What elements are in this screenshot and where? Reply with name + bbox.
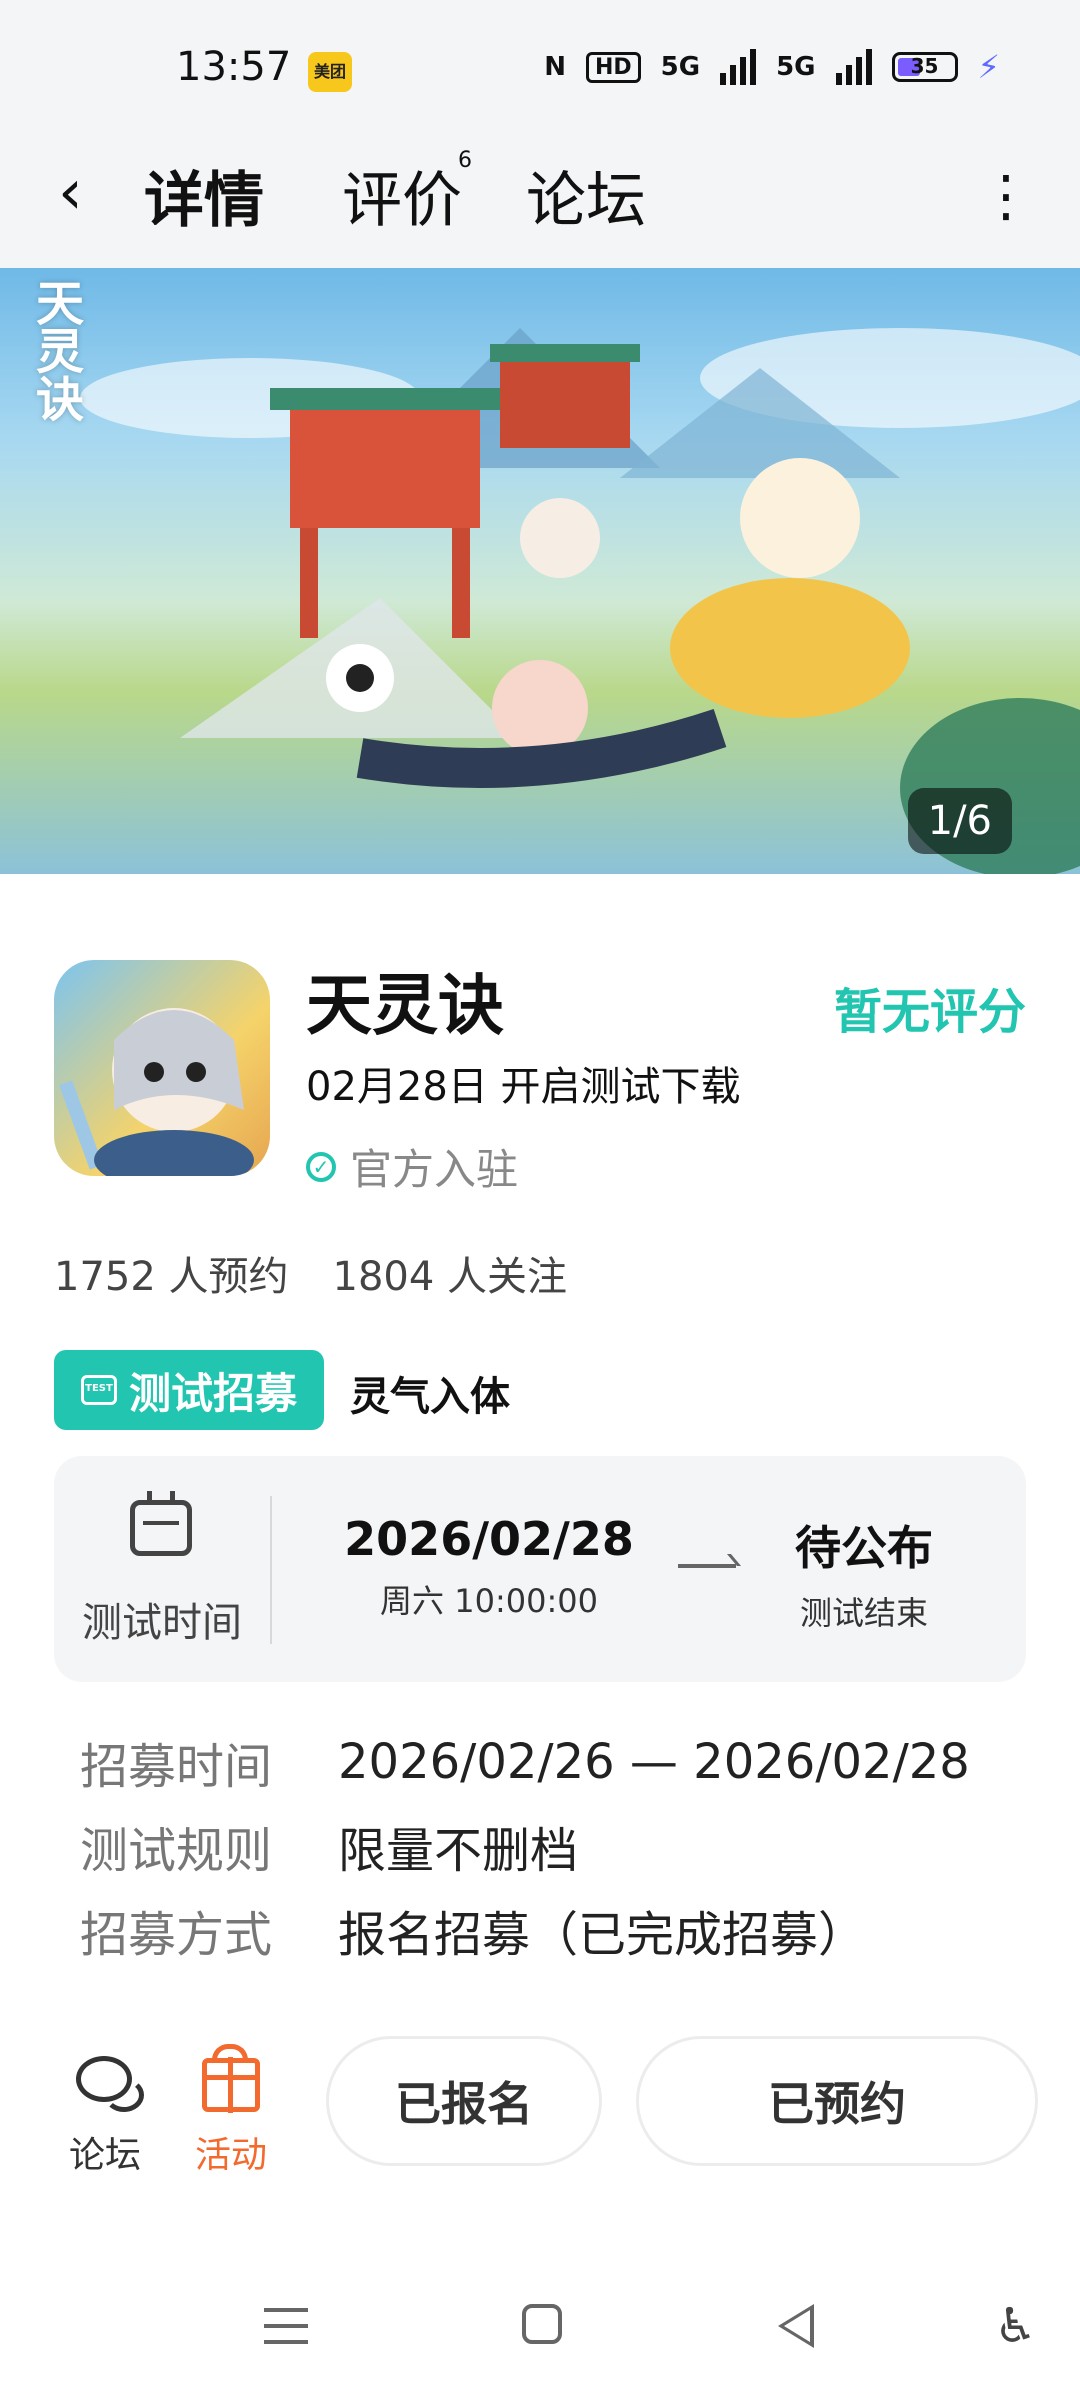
test-name: 灵气入体 (350, 1374, 510, 1420)
activity-button[interactable]: 活动 (186, 2044, 276, 2178)
game-title: 天灵诀 (306, 967, 504, 1044)
forum-label: 论坛 (68, 2135, 141, 2176)
recent-apps-icon[interactable] (264, 2308, 308, 2356)
info-row-recruit-method: 招募方式 报名招募（已完成招募） (80, 1888, 970, 1972)
reviews-count-badge: 6 (458, 148, 472, 173)
network-label-2: 5G (776, 52, 816, 82)
tab-forum[interactable]: 论坛 (526, 152, 646, 239)
official-badge: ✓ 官方入驻 (306, 1136, 518, 1197)
signed-up-button[interactable]: 已报名 (326, 2036, 602, 2166)
meituan-notification-icon: 美团 (308, 52, 352, 92)
reserved-button[interactable]: 已预约 (636, 2036, 1038, 2166)
game-stats: 1752 人预约 1804 人关注 (54, 1244, 567, 1302)
forum-button[interactable]: 论坛 (60, 2044, 150, 2178)
banner-artwork (80, 328, 1080, 874)
game-app-icon (54, 960, 270, 1176)
nfc-icon: N (544, 52, 566, 82)
banner-carousel[interactable]: 天灵诀 1/6 (0, 268, 1080, 874)
end-date: 待公布 (795, 1521, 933, 1575)
top-nav: ‹ 详情 评价 6 论坛 ⋮ (0, 130, 1080, 268)
end-label: 测试结束 (799, 1594, 928, 1632)
info-value: 2026/02/26 — 2026/02/28 (338, 1734, 970, 1790)
test-download-date: 02月28日 开启测试下载 (306, 1064, 741, 1110)
signal-icon-2 (835, 49, 872, 85)
calendar-icon (130, 1491, 192, 1556)
reservation-count: 1752 人预约 (54, 1254, 289, 1300)
info-row-recruit-time: 招募时间 2026/02/26 — 2026/02/28 (80, 1720, 970, 1804)
network-label-1: 5G (660, 52, 701, 82)
start-time: 周六 10:00:00 (380, 1582, 598, 1620)
verified-check-icon: ✓ (306, 1151, 336, 1182)
official-label: 官方入驻 (350, 1145, 519, 1194)
home-icon[interactable] (522, 2304, 562, 2344)
rating-status: 暂无评分 (833, 984, 1026, 1040)
more-options-icon[interactable]: ⋮ (978, 164, 1034, 229)
forum-chat-icon (60, 2044, 150, 2118)
follow-count: 1804 人关注 (332, 1254, 568, 1300)
charging-icon: ⚡ (977, 48, 1000, 86)
accessibility-icon[interactable]: ♿ (994, 2298, 1037, 2354)
test-end: 待公布 测试结束 (754, 1512, 974, 1634)
test-icon: TEST (80, 1375, 117, 1405)
info-key: 测试规则 (80, 1823, 273, 1879)
battery-level: 35 (910, 54, 939, 78)
arrow-right-icon (678, 1564, 736, 1568)
battery-icon: 35 (891, 52, 958, 82)
nav-back-icon[interactable] (778, 2304, 814, 2348)
image-counter: 1/6 (907, 788, 1012, 854)
test-start: 2026/02/28 周六 10:00:00 (344, 1512, 634, 1622)
status-icons: N HD 5G 5G 35 ⚡ (544, 48, 1000, 86)
back-icon[interactable]: ‹ (58, 155, 83, 228)
recruitment-info: 招募时间 2026/02/26 — 2026/02/28 测试规则 限量不删档 … (80, 1720, 970, 1972)
info-value: 报名招募（已完成招募） (338, 1907, 867, 1963)
test-tag-label: 测试招募 (128, 1368, 297, 1418)
test-recruitment-tag: TEST 测试招募 (54, 1350, 324, 1430)
tab-reviews[interactable]: 评价 (342, 152, 462, 239)
card-divider (270, 1496, 272, 1644)
status-bar: 13:57 美团 N HD 5G 5G 35 ⚡ (0, 0, 1080, 130)
info-key: 招募方式 (80, 1907, 273, 1963)
info-key: 招募时间 (80, 1739, 273, 1795)
info-row-test-rules: 测试规则 限量不删档 (80, 1804, 970, 1888)
clock: 13:57 (176, 44, 292, 90)
banner-logo: 天灵诀 (27, 278, 83, 422)
info-value: 限量不删档 (338, 1823, 579, 1879)
tab-details[interactable]: 详情 (144, 152, 264, 239)
hd-icon: HD (585, 51, 641, 83)
app-icon-art (59, 1008, 254, 1176)
activity-label: 活动 (194, 2135, 267, 2176)
test-time-card: 测试时间 2026/02/28 周六 10:00:00 待公布 测试结束 (54, 1456, 1026, 1682)
start-date: 2026/02/28 (344, 1512, 634, 1566)
gift-icon (186, 2044, 276, 2118)
signal-icon-1 (720, 49, 757, 85)
system-nav-bar: ♿ (0, 2270, 1080, 2400)
test-time-label: 测试时间 (82, 1600, 242, 1646)
